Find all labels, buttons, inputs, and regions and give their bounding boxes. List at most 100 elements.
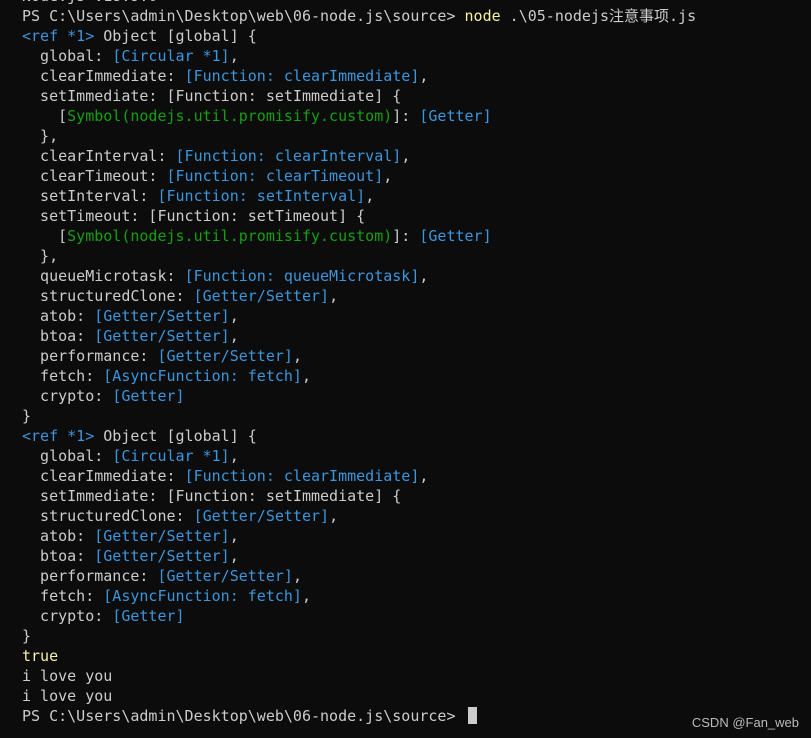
terminal-text: , bbox=[329, 287, 339, 305]
terminal-line: structuredClone: [Getter/Setter], bbox=[22, 506, 811, 526]
terminal-text: , bbox=[229, 327, 239, 345]
terminal-text: queueMicrotask: bbox=[22, 267, 185, 285]
terminal-line: } bbox=[22, 406, 811, 426]
terminal-line: [Symbol(nodejs.util.promisify.custom)]: … bbox=[22, 106, 811, 126]
terminal-text: [Function: clearImmediate] bbox=[184, 67, 420, 85]
terminal-line: performance: [Getter/Setter], bbox=[22, 346, 811, 366]
terminal-text: [Function: clearImmediate] bbox=[184, 467, 420, 485]
terminal-line: clearImmediate: [Function: clearImmediat… bbox=[22, 66, 811, 86]
terminal-text: Node.js v18.9.0 bbox=[22, 0, 157, 5]
terminal-text: , bbox=[401, 147, 411, 165]
terminal-text: } bbox=[22, 407, 32, 425]
terminal-text: crypto: bbox=[22, 607, 113, 625]
terminal-text: i love you bbox=[22, 687, 113, 705]
terminal-text: clearImmediate: bbox=[22, 67, 185, 85]
terminal-text: [AsyncFunction: fetch] bbox=[103, 367, 302, 385]
terminal-line: btoa: [Getter/Setter], bbox=[22, 326, 811, 346]
terminal-text: [Getter/Setter] bbox=[157, 347, 293, 365]
terminal-line: global: [Circular *1], bbox=[22, 446, 811, 466]
terminal-line: fetch: [AsyncFunction: fetch], bbox=[22, 366, 811, 386]
terminal-text: global: bbox=[22, 47, 113, 65]
terminal-line: setTimeout: [Function: setTimeout] { bbox=[22, 206, 811, 226]
terminal-text: Symbol(nodejs.util.promisify.custom) bbox=[67, 227, 393, 245]
terminal-line: performance: [Getter/Setter], bbox=[22, 566, 811, 586]
terminal-line: structuredClone: [Getter/Setter], bbox=[22, 286, 811, 306]
terminal-text: atob: bbox=[22, 527, 95, 545]
terminal-text: , bbox=[301, 587, 311, 605]
terminal-line: atob: [Getter/Setter], bbox=[22, 526, 811, 546]
terminal-text: Symbol(nodejs.util.promisify.custom) bbox=[67, 107, 393, 125]
terminal-line: setImmediate: [Function: setImmediate] { bbox=[22, 86, 811, 106]
terminal-output[interactable]: Node.js v18.9.0 PS C:\Users\admin\Desktop… bbox=[22, 0, 811, 726]
terminal-line: clearTimeout: [Function: clearTimeout], bbox=[22, 166, 811, 186]
terminal-line: i love you bbox=[22, 666, 811, 686]
terminal-line: clearImmediate: [Function: clearImmediat… bbox=[22, 466, 811, 486]
terminal-line: } bbox=[22, 626, 811, 646]
terminal-text: atob: bbox=[22, 307, 95, 325]
terminal-text: [ bbox=[22, 107, 68, 125]
terminal-text: Object [global] { bbox=[94, 27, 257, 45]
terminal-text: , bbox=[292, 347, 302, 365]
terminal-text: setInterval: bbox=[22, 187, 158, 205]
terminal-text: [Function: setInterval] bbox=[157, 187, 366, 205]
terminal-text: clearTimeout: bbox=[22, 167, 167, 185]
watermark: CSDN @Fan_web bbox=[691, 715, 799, 730]
terminal-text: [Getter] bbox=[112, 387, 185, 405]
terminal-text: , bbox=[229, 547, 239, 565]
terminal-text: , bbox=[229, 527, 239, 545]
terminal-text: ]: bbox=[392, 227, 420, 245]
terminal-line: fetch: [AsyncFunction: fetch], bbox=[22, 586, 811, 606]
terminal-line: crypto: [Getter] bbox=[22, 386, 811, 406]
text-cursor bbox=[467, 707, 477, 724]
terminal-line: queueMicrotask: [Function: queueMicrotas… bbox=[22, 266, 811, 286]
terminal-text: }, bbox=[22, 247, 59, 265]
terminal-text: [Getter/Setter] bbox=[94, 327, 230, 345]
terminal-line: global: [Circular *1], bbox=[22, 46, 811, 66]
terminal-text: } bbox=[22, 627, 32, 645]
terminal-text: ]: bbox=[392, 107, 420, 125]
terminal-line: }, bbox=[22, 246, 811, 266]
terminal-text: clearImmediate: bbox=[22, 467, 185, 485]
terminal-line: true bbox=[22, 646, 811, 666]
terminal-text: <ref *1> bbox=[22, 427, 95, 445]
terminal-text: [Getter/Setter] bbox=[193, 287, 330, 305]
terminal-line: <ref *1> Object [global] { bbox=[22, 426, 811, 446]
terminal-text: , bbox=[229, 447, 239, 465]
terminal-text: , bbox=[329, 507, 339, 525]
prompt-text: PS C:\Users\admin\Desktop\web\06-node.js… bbox=[22, 707, 465, 725]
terminal-text: [Function: clearInterval] bbox=[175, 147, 402, 165]
terminal-text: structuredClone: bbox=[22, 287, 194, 305]
terminal-text: structuredClone: bbox=[22, 507, 194, 525]
terminal-text: .\05-nodejs注意事项.js bbox=[500, 7, 697, 25]
terminal-text: [Getter] bbox=[419, 227, 492, 245]
terminal-text: PS C:\Users\admin\Desktop\web\06-node.js… bbox=[22, 7, 465, 25]
terminal-line: i love you bbox=[22, 686, 811, 706]
terminal-text: , bbox=[419, 467, 429, 485]
terminal-text: }, bbox=[22, 127, 59, 145]
terminal-text: , bbox=[229, 47, 239, 65]
terminal-text: <ref *1> bbox=[22, 27, 95, 45]
terminal-text: [Circular *1] bbox=[112, 447, 230, 465]
terminal-text: [Function: clearTimeout] bbox=[166, 167, 384, 185]
terminal-text: btoa: bbox=[22, 547, 95, 565]
terminal-line: <ref *1> Object [global] { bbox=[22, 26, 811, 46]
terminal-text: btoa: bbox=[22, 327, 95, 345]
terminal-text: setImmediate: [Function: setImmediate] { bbox=[22, 487, 402, 505]
terminal-line: setImmediate: [Function: setImmediate] { bbox=[22, 486, 811, 506]
terminal-line: PS C:\Users\admin\Desktop\web\06-node.js… bbox=[22, 6, 811, 26]
terminal-text: [Function: queueMicrotask] bbox=[184, 267, 420, 285]
terminal-text: , bbox=[365, 187, 375, 205]
terminal-text: setImmediate: [Function: setImmediate] { bbox=[22, 87, 402, 105]
terminal-text: [AsyncFunction: fetch] bbox=[103, 587, 302, 605]
terminal-line: btoa: [Getter/Setter], bbox=[22, 546, 811, 566]
terminal-line: setInterval: [Function: setInterval], bbox=[22, 186, 811, 206]
terminal-line: }, bbox=[22, 126, 811, 146]
terminal-text: global: bbox=[22, 447, 113, 465]
terminal-text: , bbox=[419, 267, 429, 285]
terminal-text: [Getter/Setter] bbox=[193, 507, 330, 525]
terminal-line: crypto: [Getter] bbox=[22, 606, 811, 626]
terminal-text: performance: bbox=[22, 347, 158, 365]
terminal-text: node bbox=[464, 7, 501, 25]
terminal-text: crypto: bbox=[22, 387, 113, 405]
terminal-text: [Getter/Setter] bbox=[94, 527, 230, 545]
